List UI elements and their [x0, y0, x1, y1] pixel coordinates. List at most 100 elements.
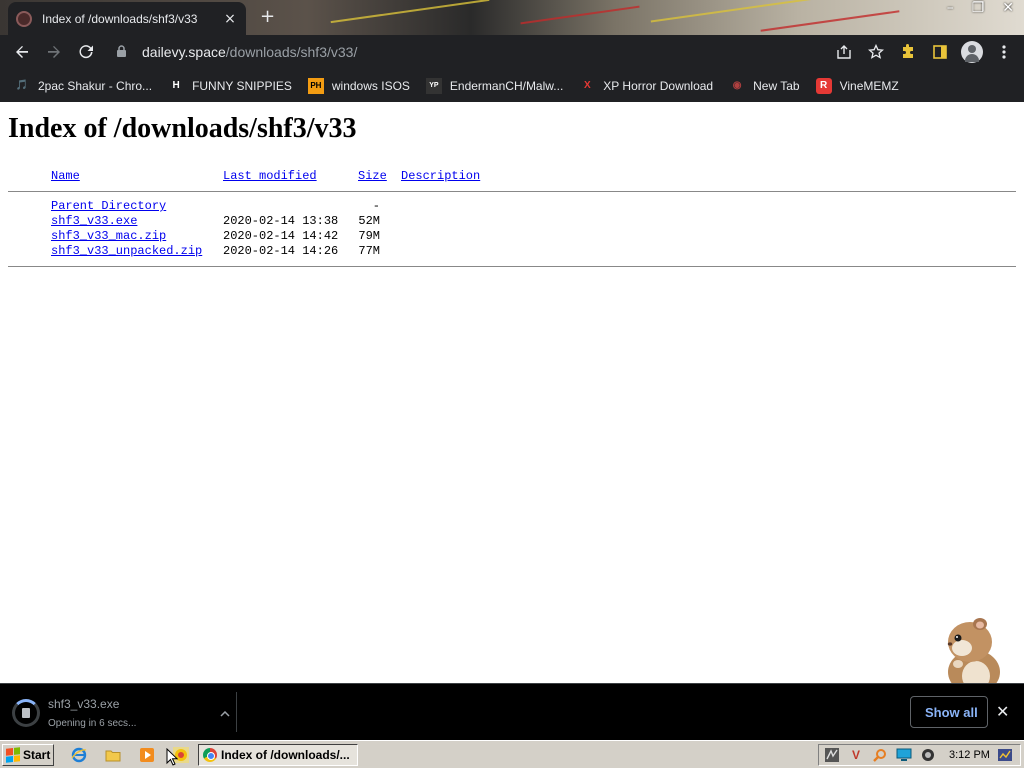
explorer-folder-icon[interactable]: [104, 746, 122, 764]
bookmark-label: XP Horror Download: [603, 78, 714, 93]
x-logo-icon: X: [583, 80, 591, 91]
taskbar-clock[interactable]: 3:12 PM: [949, 749, 990, 761]
bookmark-label: VineMEMZ: [839, 78, 899, 93]
profile-button[interactable]: [956, 36, 988, 68]
lock-icon[interactable]: [116, 45, 130, 59]
listing-divider: [8, 266, 1016, 267]
bookmark-star-button[interactable]: [860, 36, 892, 68]
music-icon: 🎵: [15, 80, 29, 91]
kebab-menu-icon: [1002, 45, 1006, 59]
address-bar[interactable]: dailevy.space/downloads/shf3/v33/: [106, 38, 886, 66]
h-logo-icon: H: [172, 80, 180, 91]
sort-by-name-link[interactable]: Name: [51, 169, 80, 183]
forward-button[interactable]: [38, 36, 70, 68]
bookmark-label: windows ISOS: [331, 78, 410, 93]
file-row: shf3_v33_mac.zip 2020-02-14 14:42 79M: [8, 229, 1016, 244]
windows-flag-icon: [6, 747, 20, 763]
tab-close-icon[interactable]: ×: [222, 11, 238, 27]
back-button[interactable]: [6, 36, 38, 68]
download-item[interactable]: shf3_v33.exe Opening in 6 secs...: [12, 692, 234, 734]
sort-by-description-link[interactable]: Description: [401, 169, 480, 183]
tray-app-icon[interactable]: [823, 747, 841, 763]
bookmark-item[interactable]: PH windows ISOS: [307, 77, 410, 94]
url-host: dailevy.space: [142, 44, 226, 60]
bookmark-item[interactable]: R VineMEMZ: [815, 77, 899, 94]
shelf-divider: [236, 692, 237, 732]
file-size: 77M: [358, 244, 380, 258]
file-modified: 2020-02-14 14:42: [223, 229, 339, 243]
back-arrow-icon: [16, 46, 28, 58]
puzzle-icon: [903, 44, 913, 58]
share-button[interactable]: [828, 36, 860, 68]
side-panel-icon: [933, 45, 947, 59]
start-button[interactable]: Start: [2, 744, 54, 766]
internet-explorer-icon[interactable]: [70, 746, 88, 764]
show-all-button[interactable]: Show all: [910, 696, 988, 728]
file-modified: 2020-02-14 13:38: [223, 214, 339, 228]
menu-button[interactable]: [988, 36, 1020, 68]
media-player-icon[interactable]: [138, 746, 156, 764]
bookmark-item[interactable]: YP EndermanCH/Malw...: [425, 77, 564, 94]
url-path: /downloads/shf3/v33/: [225, 44, 358, 60]
star-icon: [868, 44, 884, 59]
directory-listing: Name Last modified Size Description Pare…: [8, 169, 1016, 267]
bookmark-label: 2pac Shakur - Chro...: [38, 78, 153, 93]
window-controls: – ❐ ✕: [947, 0, 1014, 16]
tray-network-icon[interactable]: [895, 747, 913, 763]
tray-volume-icon[interactable]: [919, 747, 937, 763]
reload-button[interactable]: [70, 36, 102, 68]
extensions-button[interactable]: [892, 36, 924, 68]
tray-v-icon[interactable]: V: [847, 747, 865, 763]
bookmarks-bar: 🎵 2pac Shakur - Chro... H FUNNY SNIPPIES PH w…: [0, 69, 1024, 102]
share-icon: [837, 45, 851, 59]
r-logo-icon: R: [815, 77, 832, 94]
download-shelf: shf3_v33.exe Opening in 6 secs... Show a…: [0, 683, 1024, 740]
file-modified: 2020-02-14 14:26: [223, 244, 339, 258]
bookmark-label: EndermanCH/Malw...: [449, 78, 564, 93]
restore-button[interactable]: ❐: [972, 0, 985, 16]
wallpaper-streak: [520, 5, 640, 25]
side-panel-button[interactable]: [924, 36, 956, 68]
bookmark-item[interactable]: H FUNNY SNIPPIES: [168, 78, 292, 94]
browser-tab-active[interactable]: Index of /downloads/shf3/v33 ×: [8, 2, 246, 35]
taskbar-button-chrome[interactable]: Index of /downloads/...: [198, 744, 358, 766]
wallpaper-streak: [650, 0, 830, 23]
sort-by-modified-link[interactable]: Last modified: [223, 169, 317, 183]
bookmark-label: FUNNY SNIPPIES: [192, 78, 292, 93]
file-row: shf3_v33.exe 2020-02-14 13:38 52M: [8, 214, 1016, 229]
listing-header-row: Name Last modified Size Description: [8, 169, 1016, 184]
tray-extra-icon[interactable]: [996, 747, 1014, 763]
file-size: 79M: [358, 229, 380, 243]
close-window-button[interactable]: ✕: [1002, 0, 1014, 16]
taskbar-button-label: Index of /downloads/...: [221, 748, 350, 762]
download-status: Opening in 6 secs...: [48, 718, 137, 729]
bookmark-item[interactable]: ◉ New Tab: [729, 78, 800, 94]
file-link[interactable]: shf3_v33_mac.zip: [51, 229, 166, 243]
file-row: shf3_v33_unpacked.zip 2020-02-14 14:26 77M: [8, 244, 1016, 259]
bookmark-item[interactable]: X XP Horror Download: [579, 78, 713, 94]
file-link[interactable]: shf3_v33_unpacked.zip: [51, 244, 202, 258]
sort-by-size-link[interactable]: Size: [358, 169, 387, 183]
globe-icon: ◉: [732, 80, 742, 91]
window-titlebar: Index of /downloads/shf3/v33 × + – ❐ ✕: [0, 0, 1024, 35]
parent-size: -: [372, 199, 380, 213]
file-list: shf3_v33.exe 2020-02-14 13:38 52M shf3_v33_…: [8, 214, 1016, 259]
wallpaper-streak: [330, 0, 490, 24]
minimize-button[interactable]: –: [947, 0, 954, 16]
file-link[interactable]: shf3_v33.exe: [51, 214, 137, 228]
yt-logo-icon: YP: [425, 77, 442, 94]
ph-logo-icon: PH: [307, 77, 324, 94]
close-shelf-icon[interactable]: ✕: [996, 702, 1009, 721]
tab-favicon-icon: [16, 10, 32, 27]
chrome-icon: [203, 748, 217, 762]
download-progress-icon: [12, 699, 40, 727]
toolbar-actions: [828, 36, 1024, 68]
start-label: Start: [23, 748, 51, 762]
parent-directory-link[interactable]: Parent Directory: [51, 199, 166, 213]
system-tray: V 3:12 PM: [818, 744, 1021, 766]
tray-search-icon[interactable]: [871, 747, 889, 763]
new-tab-button[interactable]: +: [260, 8, 275, 26]
bookmark-item[interactable]: 🎵 2pac Shakur - Chro...: [14, 78, 152, 94]
page-title: Index of /downloads/shf3/v33: [8, 113, 357, 144]
download-options-chevron-up-icon[interactable]: [216, 706, 234, 720]
